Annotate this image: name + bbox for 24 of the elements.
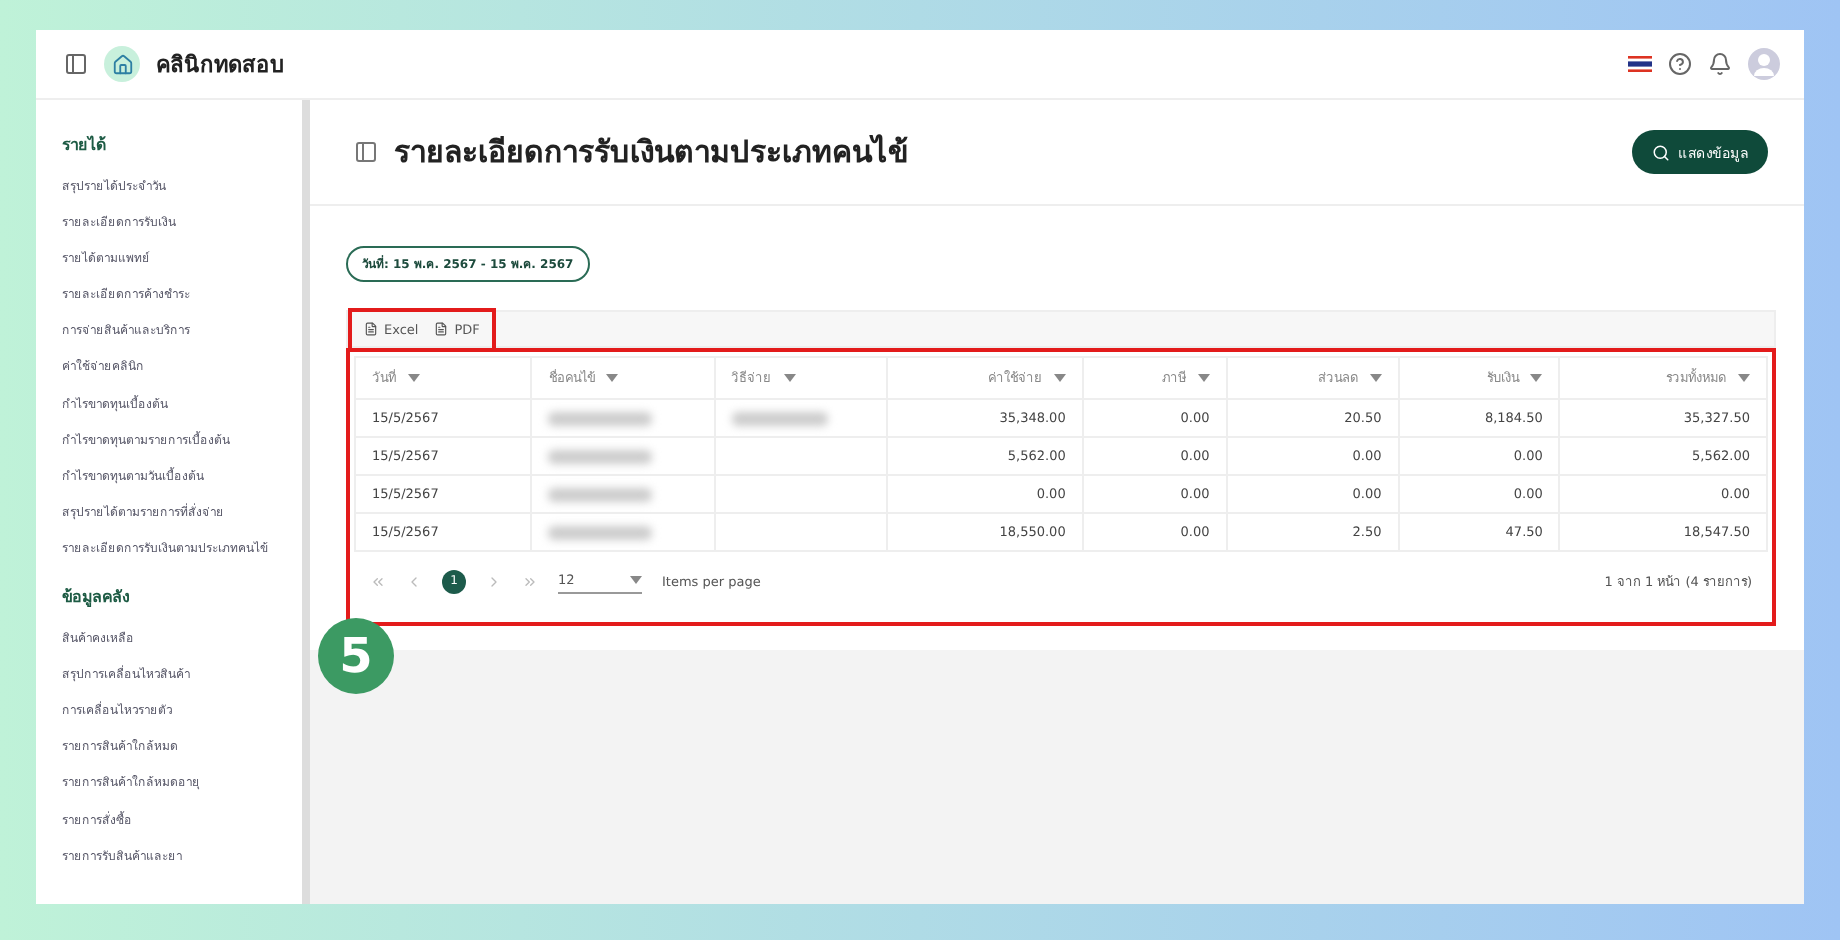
flag-icon[interactable] — [1628, 56, 1652, 72]
redacted-text — [731, 411, 828, 425]
home-logo-icon — [104, 46, 140, 82]
redacted-text — [548, 449, 653, 463]
avatar-icon[interactable] — [1748, 48, 1780, 80]
sidebar-section-title: ข้อมูลคลัง — [62, 586, 132, 611]
redacted-text — [548, 487, 653, 501]
document-icon — [434, 322, 449, 336]
notification-icon[interactable] — [1708, 52, 1732, 76]
search-icon — [1652, 143, 1670, 161]
app-name: คลินิกทดสอบ — [156, 50, 284, 82]
sidebar-toggle-icon[interactable] — [64, 52, 88, 76]
redacted-text — [548, 411, 653, 425]
page-title: รายละเอียดการรับเงินตามประเภทคนไข้ — [394, 132, 908, 174]
first-page-icon[interactable] — [370, 573, 386, 589]
step-badge: 5 — [318, 618, 394, 694]
document-icon — [364, 322, 378, 336]
previous-page-icon[interactable] — [406, 573, 422, 589]
panel-icon — [354, 140, 378, 164]
help-icon[interactable] — [1668, 52, 1692, 76]
last-page-icon[interactable] — [522, 573, 538, 589]
sidebar-section-title: รายได้ — [62, 133, 108, 158]
redacted-text — [548, 525, 653, 539]
next-page-icon[interactable] — [486, 573, 502, 589]
